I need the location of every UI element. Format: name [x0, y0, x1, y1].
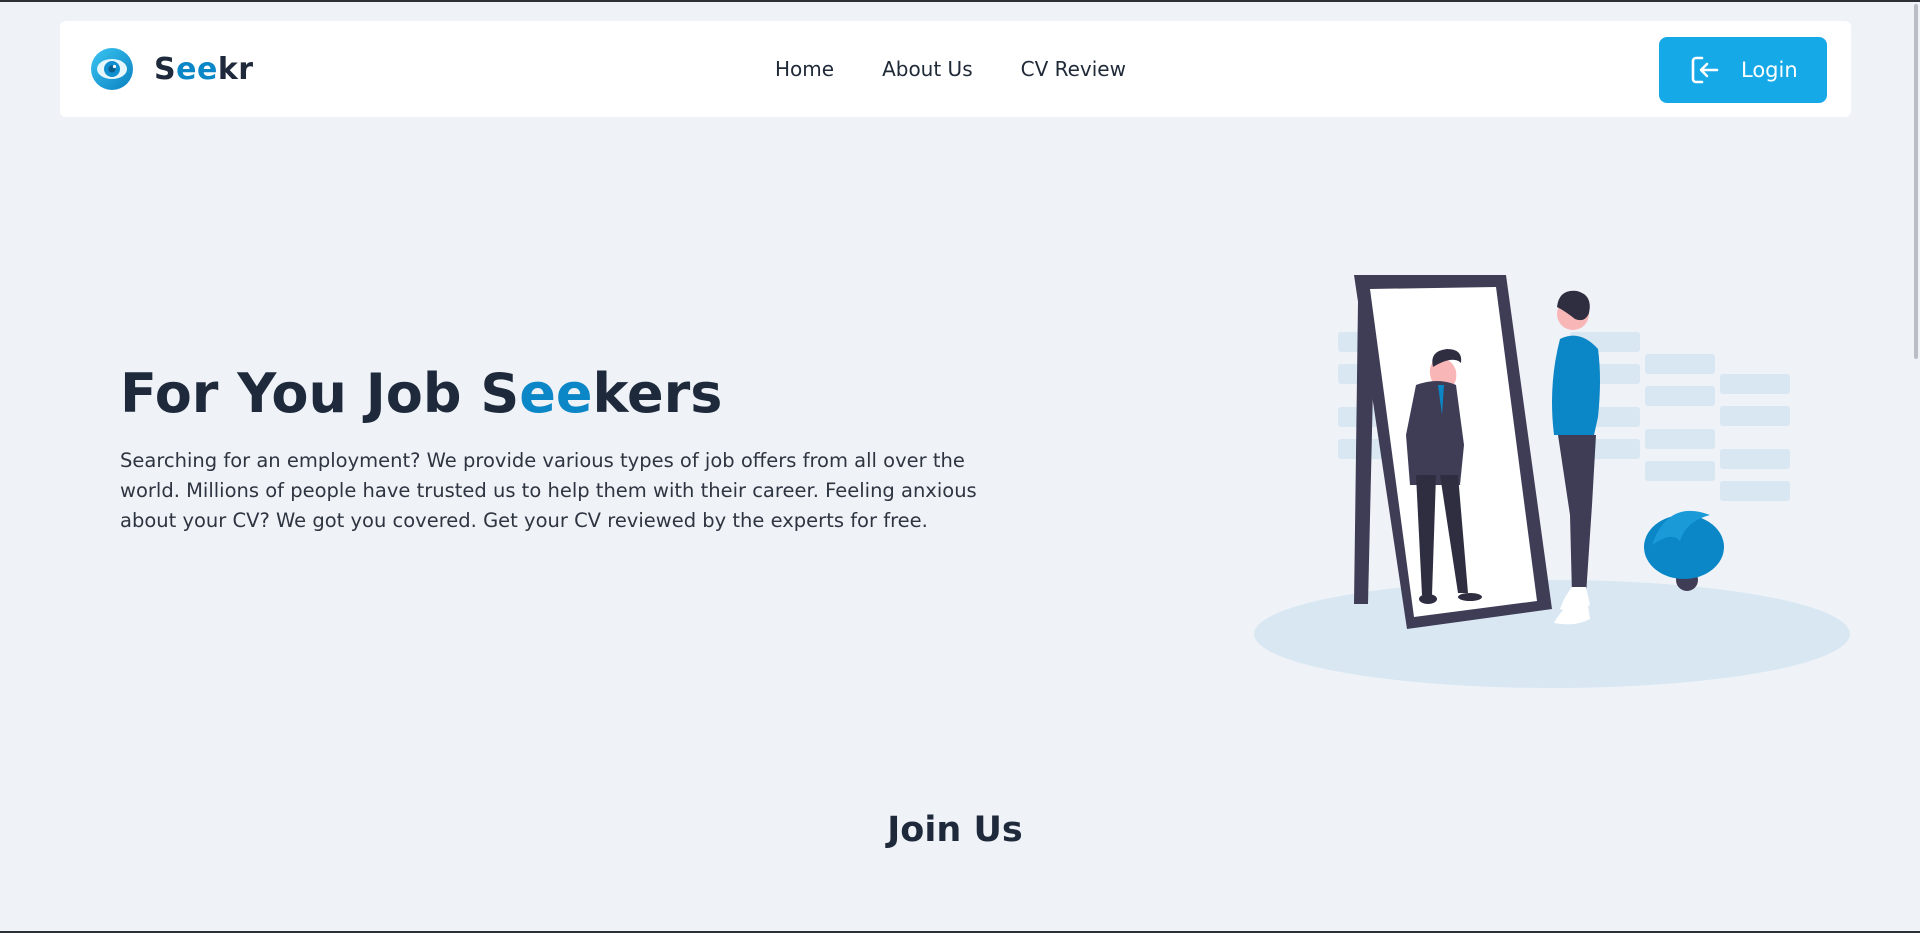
floor-shadow [1254, 580, 1850, 688]
brand[interactable]: Seekr [90, 47, 254, 91]
plant-decoration [1644, 510, 1724, 591]
nav-links: Home About Us CV Review [775, 21, 1126, 117]
hero-title: For You Job Seekers [120, 362, 723, 425]
nav-link-home[interactable]: Home [775, 57, 834, 81]
nav-link-about-us[interactable]: About Us [882, 57, 973, 81]
brand-name: Seekr [154, 51, 254, 87]
eye-icon [91, 48, 133, 90]
hero-description: Searching for an employment? We provide … [120, 449, 977, 532]
login-icon [1691, 56, 1719, 84]
scrollbar-thumb[interactable] [1914, 4, 1918, 359]
navbar: Seekr Home About Us CV Review Login [60, 21, 1851, 117]
scrollbar-track[interactable] [1906, 2, 1920, 931]
join-us-heading: Join Us [887, 810, 1023, 850]
nav-link-cv-review[interactable]: CV Review [1021, 57, 1126, 81]
login-label: Login [1741, 58, 1798, 82]
login-button[interactable]: Login [1659, 37, 1827, 103]
mirror-illustration [1254, 275, 1850, 688]
